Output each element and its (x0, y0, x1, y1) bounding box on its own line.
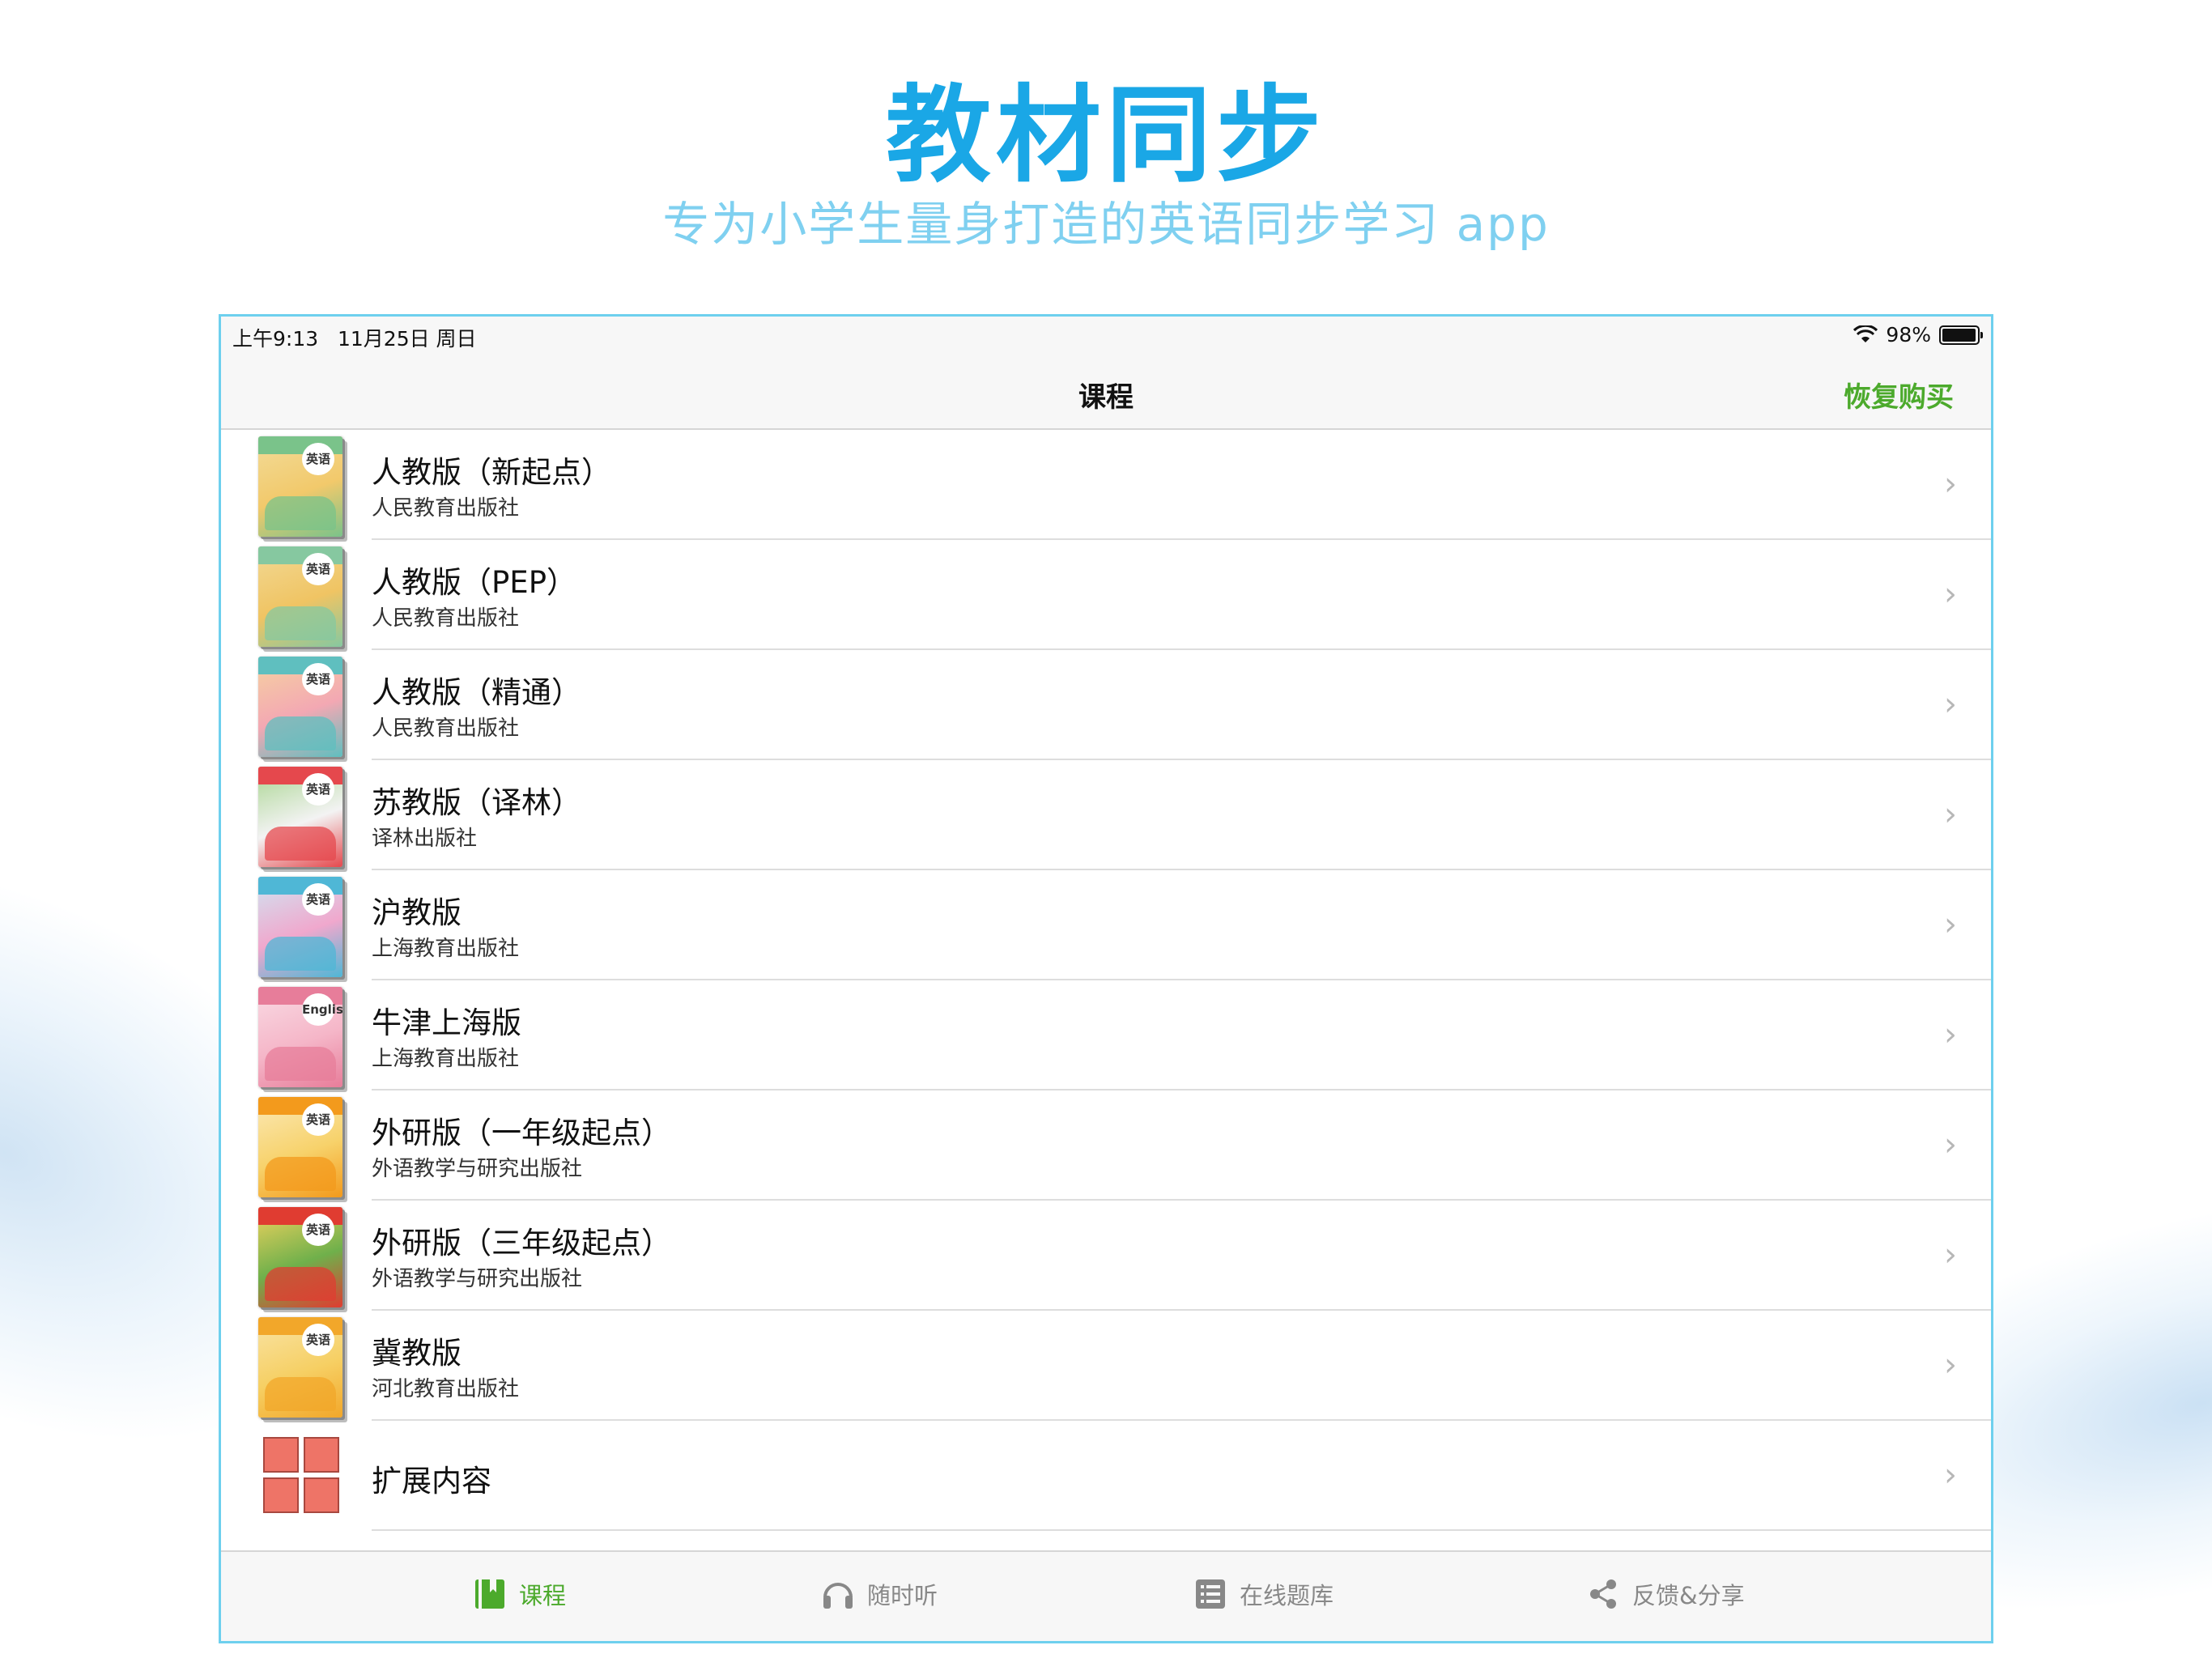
status-bar: 上午9:13 11月25日 周日 98% (221, 317, 1991, 355)
textbook-cover-image: 英语 (258, 1097, 342, 1197)
cover-badge: 英语 (302, 773, 334, 806)
row-divider (372, 1529, 1991, 1531)
chevron-right-icon: › (1944, 1126, 1957, 1163)
tab-label: 随时听 (867, 1582, 938, 1609)
cover-badge: English (302, 993, 342, 1026)
status-date: 11月25日 周日 (337, 327, 477, 351)
course-title: 人教版（新起点） (372, 455, 611, 490)
headphones-icon (823, 1583, 853, 1609)
chevron-right-icon: › (1944, 1456, 1957, 1494)
chevron-right-icon: › (1944, 1016, 1957, 1053)
chevron-right-icon: › (1944, 796, 1957, 833)
tab-label: 反馈&分享 (1632, 1582, 1745, 1609)
restore-purchase-button[interactable]: 恢复购买 (1844, 375, 1954, 414)
cover-illustration (265, 1267, 336, 1301)
cover-badge: 英语 (302, 883, 334, 916)
tab-bar: 课程 随时听 在线题库 反馈&分享 (221, 1550, 1991, 1641)
cover-illustration (265, 827, 336, 861)
book-icon (475, 1579, 504, 1609)
textbook-cover-image: 英语 (258, 546, 342, 647)
cover-illustration (265, 496, 336, 530)
course-title: 外研版（三年级起点） (372, 1226, 671, 1261)
chevron-right-icon: › (1944, 466, 1957, 503)
hero-title: 教材同步 (885, 74, 1326, 197)
chevron-right-icon: › (1944, 686, 1957, 723)
course-row[interactable]: 英语 人教版（新起点） 人民教育出版社 › (221, 430, 1991, 540)
chevron-right-icon: › (1944, 1236, 1957, 1273)
battery-level (1942, 328, 1976, 342)
course-title: 苏教版（译林） (372, 785, 581, 820)
course-title: 牛津上海版 (372, 1005, 521, 1040)
cover-badge: 英语 (302, 443, 334, 475)
tab-courses[interactable]: 课程 (472, 1576, 566, 1612)
course-row[interactable]: English 牛津上海版 上海教育出版社 › (221, 980, 1991, 1090)
course-publisher: 外语教学与研究出版社 (372, 1267, 583, 1291)
hero-subtitle: 专为小学生量身打造的英语同步学习 app (662, 197, 1550, 252)
course-row[interactable]: 英语 冀教版 河北教育出版社 › (221, 1311, 1991, 1421)
cover-illustration (265, 716, 336, 750)
grid-icon (263, 1437, 339, 1513)
extension-title: 扩展内容 (372, 1464, 491, 1499)
chevron-right-icon: › (1944, 1346, 1957, 1384)
course-title: 人教版（精通） (372, 675, 581, 710)
course-publisher: 上海教育出版社 (372, 1047, 520, 1071)
course-row[interactable]: 英语 沪教版 上海教育出版社 › (221, 870, 1991, 980)
course-publisher: 外语教学与研究出版社 (372, 1157, 583, 1181)
course-title: 冀教版 (372, 1336, 462, 1371)
course-publisher: 上海教育出版社 (372, 937, 520, 961)
device-screen: 上午9:13 11月25日 周日 98% 课程 恢复购买 英语 人教版（新起点）… (219, 314, 1993, 1643)
share-icon (1590, 1579, 1616, 1609)
course-row[interactable]: 英语 外研版（三年级起点） 外语教学与研究出版社 › (221, 1201, 1991, 1311)
course-title: 沪教版 (372, 895, 462, 930)
course-row[interactable]: 英语 人教版（精通） 人民教育出版社 › (221, 650, 1991, 760)
tab-listen[interactable]: 随时听 (820, 1576, 938, 1612)
battery-percent: 98% (1886, 323, 1931, 346)
status-time: 上午9:13 (232, 327, 319, 351)
cover-illustration (265, 1157, 336, 1191)
cover-badge: 英语 (302, 1103, 334, 1136)
textbook-cover-image: 英语 (258, 436, 342, 537)
course-row[interactable]: 英语 人教版（PEP） 人民教育出版社 › (221, 540, 1991, 650)
navigation-bar: 课程 恢复购买 (221, 355, 1991, 430)
tab-label: 在线题库 (1240, 1582, 1334, 1609)
course-publisher: 人民教育出版社 (372, 716, 520, 741)
cover-illustration (265, 1047, 336, 1081)
textbook-cover-image: 英语 (258, 767, 342, 867)
cover-illustration (265, 937, 336, 971)
list-icon (1196, 1579, 1225, 1609)
tab-feedback-share[interactable]: 反馈&分享 (1585, 1576, 1745, 1612)
cover-badge: 英语 (302, 1324, 334, 1356)
textbook-cover-image: 英语 (258, 657, 342, 757)
chevron-right-icon: › (1944, 576, 1957, 613)
battery-icon (1939, 325, 1983, 345)
tab-question-bank[interactable]: 在线题库 (1193, 1576, 1334, 1612)
course-list: 英语 人教版（新起点） 人民教育出版社 › 英语 人教版（PEP） 人民教育出版… (221, 430, 1991, 1531)
textbook-cover-image: 英语 (258, 1207, 342, 1307)
course-title: 外研版（一年级起点） (372, 1116, 671, 1150)
wifi-icon (1853, 325, 1878, 342)
textbook-cover-image: 英语 (258, 1317, 342, 1418)
cover-badge: 英语 (302, 553, 334, 585)
course-publisher: 译林出版社 (372, 827, 478, 851)
chevron-right-icon: › (1944, 906, 1957, 943)
page-title: 课程 (1078, 381, 1134, 414)
course-publisher: 人民教育出版社 (372, 606, 520, 631)
textbook-cover-image: English (258, 987, 342, 1087)
course-title: 人教版（PEP） (372, 565, 577, 600)
textbook-cover-image: 英语 (258, 877, 342, 977)
extension-content-row[interactable]: 扩展内容 › (221, 1421, 1991, 1531)
status-indicators: 98% (1853, 323, 1983, 346)
tab-label: 课程 (519, 1582, 567, 1609)
cover-illustration (265, 606, 336, 640)
cover-illustration (265, 1377, 336, 1411)
course-publisher: 河北教育出版社 (372, 1377, 520, 1401)
cover-badge: 英语 (302, 1214, 334, 1246)
course-row[interactable]: 英语 苏教版（译林） 译林出版社 › (221, 760, 1991, 870)
course-publisher: 人民教育出版社 (372, 496, 520, 521)
course-row[interactable]: 英语 外研版（一年级起点） 外语教学与研究出版社 › (221, 1090, 1991, 1201)
cover-badge: 英语 (302, 663, 334, 695)
status-time-date: 上午9:13 11月25日 周日 (232, 323, 477, 352)
